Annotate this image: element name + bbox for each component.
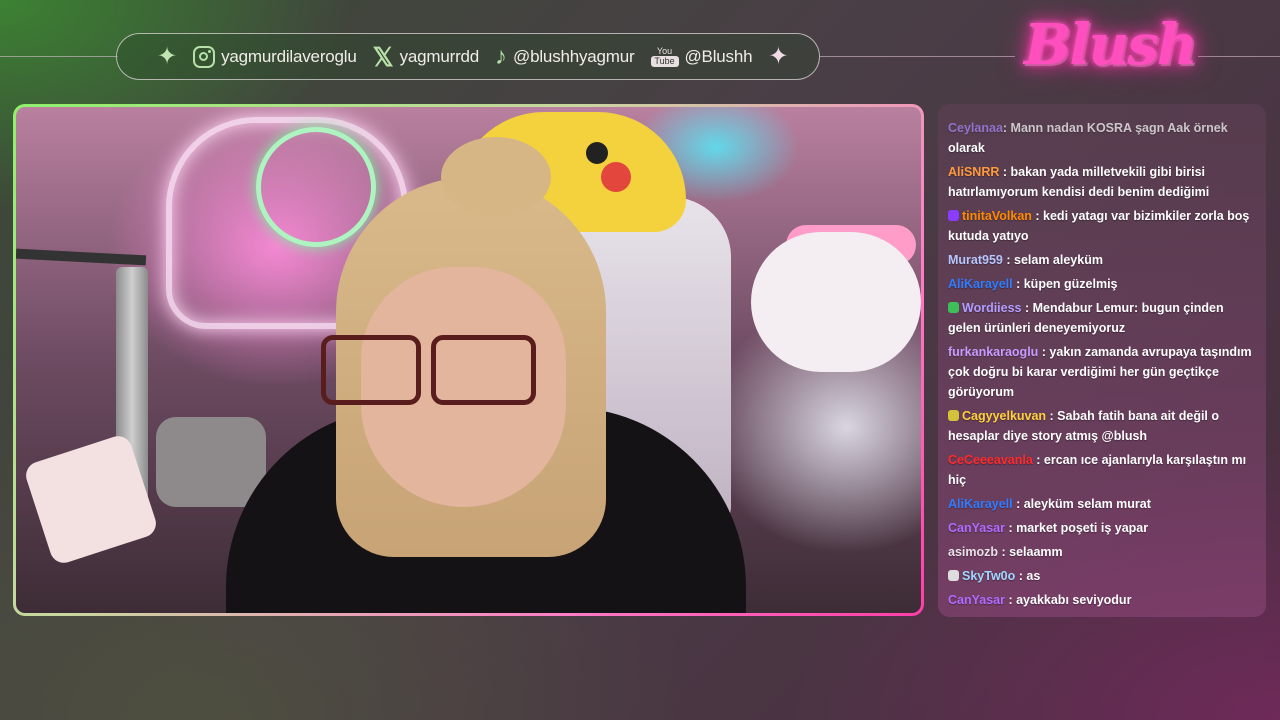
chat-message: CanYasar : market poşeti iş yapar (948, 518, 1256, 538)
chat-badge-icon (948, 302, 959, 313)
x-icon: 𝕏 (372, 41, 394, 72)
chat-username[interactable]: tinitaVolkan (962, 209, 1032, 223)
chat-text: : ayakkabı seviyodur (1004, 593, 1132, 607)
chat-text: : selaamm (998, 545, 1063, 559)
chat-message: Wordiiess : Mendabur Lemur: bugun çinden… (948, 298, 1256, 338)
chat-badge-icon (948, 410, 959, 421)
chat-username[interactable]: CeCeeeavanla (948, 453, 1033, 467)
mic-arm (16, 248, 147, 266)
chat-message: CanYasar : ayakkabı seviyodur (948, 590, 1256, 610)
chat-username: Ceylanaa (948, 121, 1003, 135)
chat-username[interactable]: Cagyyelkuvan (962, 409, 1046, 423)
tiktok-text: @blushhyagmur (513, 46, 635, 66)
top-line-left (0, 56, 118, 57)
chat-message: tinitaVolkan : kedi yatagı var bizimkile… (948, 206, 1256, 246)
chat-username[interactable]: Murat959 (948, 253, 1003, 267)
webcam-video (16, 107, 921, 613)
chat-message-cut: Ceylanaa: Mann nadan KOSRA şagn Aak örne… (948, 118, 1256, 158)
chat-message: SkyTw0o : as (948, 566, 1256, 586)
chat-username[interactable]: AliKarayell (948, 497, 1013, 511)
glasses-left (321, 335, 421, 405)
chat-badge-icon (948, 210, 959, 221)
chat-message: Cagyyelkuvan : Sabah fatih bana ait deği… (948, 406, 1256, 446)
chat-message: CeCeeeavanla : ercan ıce ajanlarıyla kar… (948, 450, 1256, 490)
chat-username[interactable]: CanYasar (948, 593, 1005, 607)
chat-username[interactable]: AliKarayell (948, 277, 1013, 291)
sparkle-icon: ✦ (157, 42, 178, 70)
chat-panel[interactable]: Ceylanaa: Mann nadan KOSRA şagn Aak örne… (938, 104, 1266, 617)
blush-logo: Blush (1024, 12, 1198, 78)
top-line-right (1198, 56, 1280, 57)
chat-message: AliKarayell : aleyküm selam murat (948, 494, 1256, 514)
chat-username[interactable]: asimozb (948, 545, 998, 559)
chat-message: Murat959 : selam aleyküm (948, 250, 1256, 270)
unicorn-plush (751, 232, 921, 372)
chat-text: : aleyküm selam murat (1012, 497, 1151, 511)
youtube-icon: You Tube (650, 45, 679, 67)
tiktok-handle: ♪ @blushhyagmur (495, 42, 635, 70)
social-bar: ✦ yagmurdilaveroglu 𝕏 yagmurrdd ♪ @blush… (116, 33, 820, 80)
tiktok-icon: ♪ (495, 42, 508, 70)
chat-text: : selam aleyküm (1002, 253, 1103, 267)
chat-message: AliKarayell : küpen güzelmiş (948, 274, 1256, 294)
chat-message: asimozb : selaamm (948, 542, 1256, 562)
microphone (156, 417, 266, 507)
chat-text: : as (1015, 569, 1041, 583)
chat-badge-icon (948, 570, 959, 581)
chat-text: : market poşeti iş yapar (1004, 521, 1149, 535)
x-handle: 𝕏 yagmurrdd (372, 41, 480, 72)
chat-username[interactable]: AliSNRR (948, 165, 999, 179)
youtube-text: @Blushh (684, 46, 753, 66)
x-text: yagmurrdd (399, 46, 480, 66)
streamer-hair-bun (441, 137, 551, 217)
chat-text: : Mann nadan KOSRA şagn Aak örnek (1002, 121, 1228, 135)
top-line-middle (820, 56, 1015, 57)
chat-message: AliSNRR : bakan yada milletvekili gibi b… (948, 162, 1256, 202)
youtube-icon-box: Tube (650, 55, 679, 67)
chat-username[interactable]: CanYasar (948, 521, 1005, 535)
sparkle-icon: ✦ (768, 42, 789, 70)
youtube-icon-top: You (656, 45, 673, 56)
chat-username[interactable]: Wordiiess (962, 301, 1022, 315)
glasses-right (431, 335, 536, 405)
instagram-handle: yagmurdilaveroglu (193, 45, 357, 68)
chat-username[interactable]: furkankaraoglu (948, 345, 1038, 359)
chat-message: furkankaraoglu : yakın zamanda avrupaya … (948, 342, 1256, 402)
neon-smiley (256, 127, 376, 247)
instagram-icon (193, 45, 216, 68)
instagram-text: yagmurdilaveroglu (221, 46, 357, 66)
chat-text: : küpen güzelmiş (1012, 277, 1118, 291)
chat-username[interactable]: SkyTw0o (962, 569, 1015, 583)
chat-text-continued: olarak (948, 141, 985, 155)
youtube-handle: You Tube @Blushh (650, 45, 753, 67)
chat-list[interactable]: Ceylanaa: Mann nadan KOSRA şagn Aak örne… (948, 121, 1256, 617)
webcam-frame (13, 104, 924, 616)
